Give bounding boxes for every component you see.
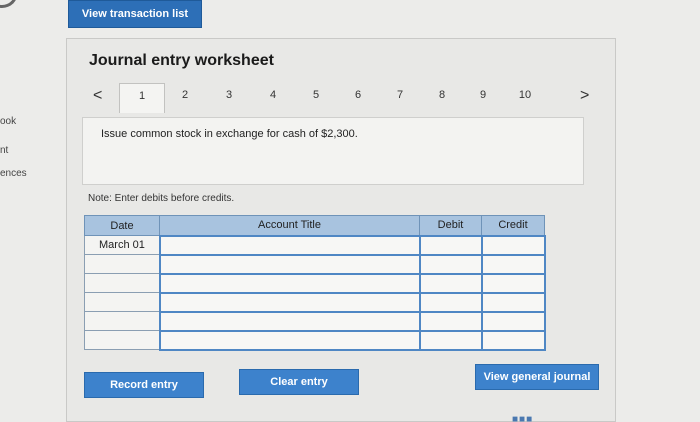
tab-1[interactable]: 1 xyxy=(119,83,165,113)
tab-3[interactable]: 3 xyxy=(219,89,239,101)
chevron-right-icon[interactable]: > xyxy=(580,87,589,105)
table-header-row: Date Account Title Debit Credit xyxy=(84,215,545,236)
date-cell xyxy=(84,254,160,274)
account-title-field[interactable] xyxy=(158,272,421,294)
debit-field[interactable] xyxy=(418,310,483,332)
view-transaction-list-button[interactable]: View transaction list xyxy=(68,0,202,28)
account-title-field[interactable] xyxy=(158,291,421,313)
tab-5[interactable]: 5 xyxy=(306,89,326,101)
entry-note: Note: Enter debits before credits. xyxy=(88,193,235,204)
debit-field[interactable] xyxy=(418,291,483,313)
account-title-field[interactable] xyxy=(158,329,421,351)
table-row xyxy=(84,253,546,275)
tab-9[interactable]: 9 xyxy=(473,89,493,101)
table-row xyxy=(84,291,546,313)
date-cell xyxy=(84,273,160,293)
account-title-field[interactable] xyxy=(158,310,421,332)
date-cell xyxy=(84,330,160,350)
credit-field[interactable] xyxy=(480,310,546,332)
table-row: March 01 xyxy=(84,234,546,256)
tab-7[interactable]: 7 xyxy=(390,89,410,101)
column-header-date: Date xyxy=(84,215,160,236)
credit-field[interactable] xyxy=(480,291,546,313)
sidebar-item-references[interactable]: ences xyxy=(0,168,27,179)
task-description: Issue common stock in exchange for cash … xyxy=(101,128,358,140)
credit-field[interactable] xyxy=(480,234,546,256)
tab-4[interactable]: 4 xyxy=(263,89,283,101)
record-entry-button[interactable]: Record entry xyxy=(84,372,204,398)
refresh-icon[interactable] xyxy=(0,0,18,8)
debit-field[interactable] xyxy=(418,272,483,294)
task-description-box: Issue common stock in exchange for cash … xyxy=(82,117,584,185)
sidebar-item-book[interactable]: ook xyxy=(0,116,16,127)
debit-field[interactable] xyxy=(418,253,483,275)
left-sidebar: ook nt ences xyxy=(0,0,40,422)
table-row xyxy=(84,329,546,351)
debit-field[interactable] xyxy=(418,329,483,351)
tab-2[interactable]: 2 xyxy=(175,89,195,101)
worksheet-tabs: < 1 2 3 4 5 6 7 8 9 10 > xyxy=(87,83,597,113)
date-cell: March 01 xyxy=(84,235,160,255)
journal-entry-table: Date Account Title Debit Credit March 01 xyxy=(84,215,546,351)
account-title-field[interactable] xyxy=(158,234,421,256)
grid-icon[interactable]: ■■■ xyxy=(512,414,533,422)
credit-field[interactable] xyxy=(480,253,546,275)
date-cell xyxy=(84,311,160,331)
column-header-debit: Debit xyxy=(419,215,482,236)
sidebar-item-print[interactable]: nt xyxy=(0,145,8,156)
column-header-credit: Credit xyxy=(481,215,545,236)
worksheet-title: Journal entry worksheet xyxy=(89,52,274,69)
journal-worksheet-panel: Journal entry worksheet < 1 2 3 4 5 6 7 … xyxy=(66,38,616,422)
date-cell xyxy=(84,292,160,312)
tab-6[interactable]: 6 xyxy=(348,89,368,101)
clear-entry-button[interactable]: Clear entry xyxy=(239,369,359,395)
credit-field[interactable] xyxy=(480,272,546,294)
chevron-left-icon[interactable]: < xyxy=(93,87,102,105)
tab-8[interactable]: 8 xyxy=(432,89,452,101)
view-general-journal-button[interactable]: View general journal xyxy=(475,364,599,390)
credit-field[interactable] xyxy=(480,329,546,351)
column-header-account-title: Account Title xyxy=(159,215,420,236)
debit-field[interactable] xyxy=(418,234,483,256)
account-title-field[interactable] xyxy=(158,253,421,275)
table-row xyxy=(84,272,546,294)
tab-10[interactable]: 10 xyxy=(515,89,535,101)
table-row xyxy=(84,310,546,332)
